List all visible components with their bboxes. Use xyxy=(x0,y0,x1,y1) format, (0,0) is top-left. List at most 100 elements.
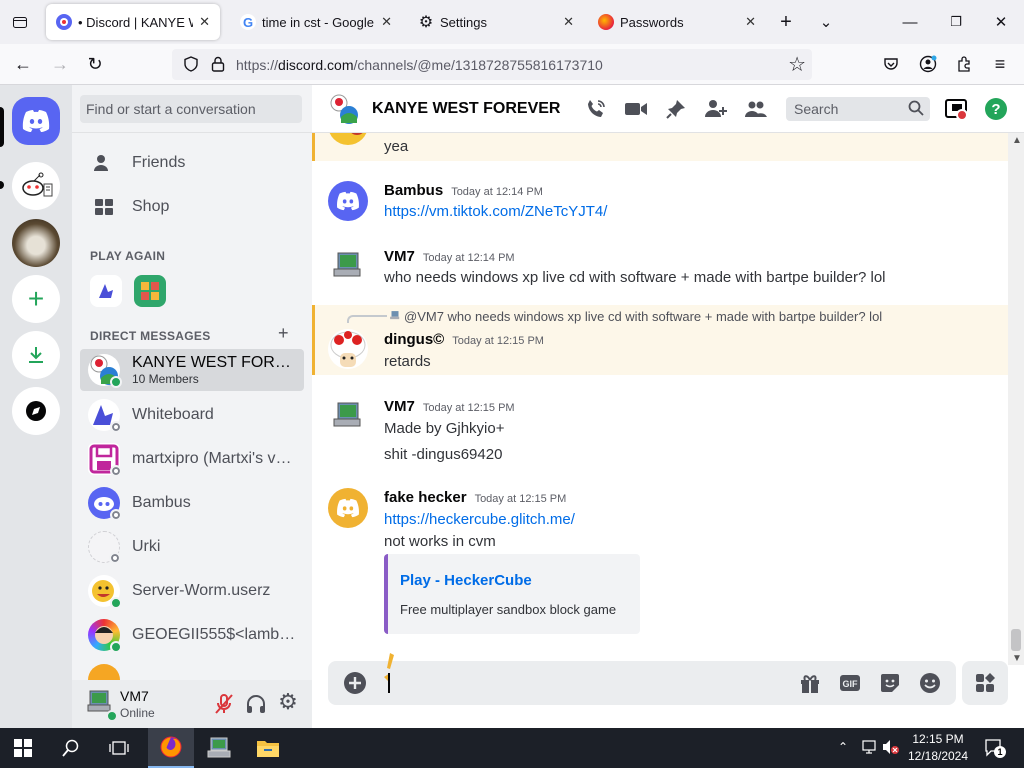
recent-game-blocks-icon[interactable] xyxy=(134,275,166,307)
system-clock[interactable]: 12:15 PM 12/18/2024 xyxy=(898,731,978,765)
author-name[interactable]: VM7 xyxy=(384,248,415,265)
message-item: fake hecker Today at 12:15 PM https://hec… xyxy=(312,482,1008,642)
file-explorer-icon[interactable] xyxy=(245,728,291,768)
start-voice-call-icon[interactable] xyxy=(584,97,608,121)
close-tab-icon[interactable]: ✕ xyxy=(563,14,574,30)
vm7-avatar[interactable] xyxy=(328,397,368,437)
reload-icon[interactable]: ↻ xyxy=(80,50,110,78)
find-conversation-input[interactable]: Find or start a conversation xyxy=(80,95,302,123)
bambus-avatar[interactable] xyxy=(328,181,368,221)
shop-label: Shop xyxy=(132,198,170,215)
scroll-up-icon[interactable]: ▲ xyxy=(1012,135,1022,146)
message-link[interactable]: https://heckercube.glitch.me/ xyxy=(384,511,575,528)
notifications-icon[interactable]: 1 xyxy=(984,738,1006,758)
start-video-call-icon[interactable] xyxy=(624,97,648,121)
scroll-down-icon[interactable]: ▼ xyxy=(1012,653,1022,664)
user-avatar[interactable] xyxy=(84,688,118,722)
discover-compass-icon[interactable] xyxy=(12,387,60,435)
server-reddit-icon[interactable] xyxy=(12,162,60,210)
pinned-messages-icon[interactable] xyxy=(664,97,688,121)
account-icon[interactable] xyxy=(913,50,943,78)
dm-item-bambus[interactable]: Bambus xyxy=(80,482,304,524)
dm-item-martxipro[interactable]: martxipro (Martxi's vessel) xyxy=(80,438,304,480)
author-name[interactable]: VM7 xyxy=(384,398,415,415)
message-scrollbar[interactable]: ▲ ▼ xyxy=(1008,133,1024,665)
friends-nav-item[interactable]: Friends xyxy=(80,142,304,184)
url-bar[interactable]: https://discord.com/channels/@me/1318728… xyxy=(172,49,812,80)
forward-arrow-icon[interactable]: → xyxy=(45,50,75,78)
chevron-down-icon[interactable]: ⌄ xyxy=(812,8,840,36)
tray-expand-chevron-icon[interactable]: ⌃ xyxy=(838,740,848,754)
shield-icon[interactable] xyxy=(182,55,200,76)
user-settings-gear-icon[interactable]: ⚙ xyxy=(276,690,300,714)
dm-item-kanye-west-forever[interactable]: KANYE WEST FOREVER 10 Members xyxy=(80,349,304,391)
upload-plus-icon[interactable] xyxy=(343,671,367,695)
inbox-icon[interactable] xyxy=(944,97,968,121)
tab-discord[interactable]: • Discord | KANYE WEST FOREVER ✕ xyxy=(46,4,220,40)
message-author[interactable]: VM7 Today at 12:15 PM xyxy=(384,398,515,415)
tab-overview-icon[interactable] xyxy=(6,8,34,36)
vm-app-taskbar-icon[interactable] xyxy=(196,728,242,768)
close-window-icon[interactable]: ✕ xyxy=(987,8,1015,36)
author-name[interactable]: fake hecker xyxy=(384,489,467,506)
member-list-icon[interactable] xyxy=(744,97,768,121)
dm-item-urki[interactable]: Urki xyxy=(80,526,304,568)
dm-item-geoegii555[interactable]: GEOEGII555$<lambda> xyxy=(80,614,304,656)
dm-item-server-worm[interactable]: Server-Worm.userz xyxy=(80,570,304,612)
dm-item-whiteboard[interactable]: Whiteboard xyxy=(80,394,304,436)
recent-game-whiteboard-icon[interactable] xyxy=(90,275,122,307)
search-icon[interactable] xyxy=(48,728,94,768)
pocket-icon[interactable] xyxy=(876,50,906,78)
help-icon[interactable]: ? xyxy=(984,97,1008,121)
tab-passwords[interactable]: Passwords ✕ xyxy=(588,4,766,40)
menu-hamburger-icon[interactable]: ≡ xyxy=(985,50,1015,78)
app-launcher-icon[interactable] xyxy=(962,661,1008,705)
chat-search-input[interactable]: Search xyxy=(786,97,930,121)
close-tab-icon[interactable]: ✕ xyxy=(381,14,392,30)
message-link[interactable]: https://vm.tiktok.com/ZNeTcYJT4/ xyxy=(384,203,607,220)
direct-messages-home-icon[interactable] xyxy=(12,97,60,145)
tab-google[interactable]: G time in cst - Google Search ✕ xyxy=(230,4,402,40)
firefox-taskbar-icon[interactable] xyxy=(148,728,194,768)
fake-hecker-avatar[interactable] xyxy=(328,488,368,528)
tab-settings[interactable]: ⚙ Settings ✕ xyxy=(408,4,584,40)
windows-start-icon[interactable] xyxy=(0,728,46,768)
bookmark-star-icon[interactable]: ☆ xyxy=(788,52,806,77)
message-author[interactable]: fake hecker Today at 12:15 PM xyxy=(384,489,566,506)
back-arrow-icon[interactable]: ← xyxy=(8,50,38,78)
embed-title[interactable]: Play - HeckerCube xyxy=(400,572,532,589)
shop-nav-item[interactable]: Shop xyxy=(80,186,304,228)
headphones-icon[interactable] xyxy=(244,692,268,716)
vm7-avatar[interactable] xyxy=(328,247,368,287)
task-view-icon[interactable] xyxy=(96,728,142,768)
message-composer[interactable]: GIF xyxy=(328,653,956,705)
reply-preview[interactable]: @VM7 who needs windows xp live cd with s… xyxy=(404,309,882,324)
sticker-icon[interactable] xyxy=(878,671,902,695)
gif-icon[interactable]: GIF xyxy=(838,671,862,695)
message-author[interactable]: Bambus Today at 12:14 PM xyxy=(384,182,543,199)
author-name[interactable]: Bambus xyxy=(384,182,443,199)
scrollbar-thumb[interactable] xyxy=(1011,629,1021,651)
restore-icon[interactable]: ❐ xyxy=(942,8,970,36)
network-icon[interactable] xyxy=(862,739,880,758)
author-name[interactable]: dingus© xyxy=(384,331,444,348)
dingus-avatar[interactable] xyxy=(328,329,368,369)
close-tab-icon[interactable]: ✕ xyxy=(199,14,210,30)
close-tab-icon[interactable]: ✕ xyxy=(745,14,756,30)
minimize-icon[interactable]: — xyxy=(896,8,924,36)
add-friends-to-dm-icon[interactable] xyxy=(704,97,728,121)
download-apps-icon[interactable] xyxy=(12,331,60,379)
extensions-icon[interactable] xyxy=(949,50,979,78)
message-author[interactable]: dingus© Today at 12:15 PM xyxy=(384,331,544,348)
dm-name: Whiteboard xyxy=(132,406,214,423)
muted-microphone-icon[interactable] xyxy=(212,692,236,716)
message-author[interactable]: VM7 Today at 12:14 PM xyxy=(384,248,515,265)
add-server-icon[interactable]: + xyxy=(12,275,60,323)
create-dm-plus-icon[interactable]: + xyxy=(278,323,289,344)
server-photo-icon[interactable] xyxy=(12,219,60,267)
emoji-picker-icon[interactable] xyxy=(918,671,942,695)
avatar xyxy=(328,133,368,145)
new-tab-icon[interactable]: + xyxy=(772,8,800,36)
gift-icon[interactable] xyxy=(798,671,822,695)
lock-icon[interactable] xyxy=(210,55,226,76)
